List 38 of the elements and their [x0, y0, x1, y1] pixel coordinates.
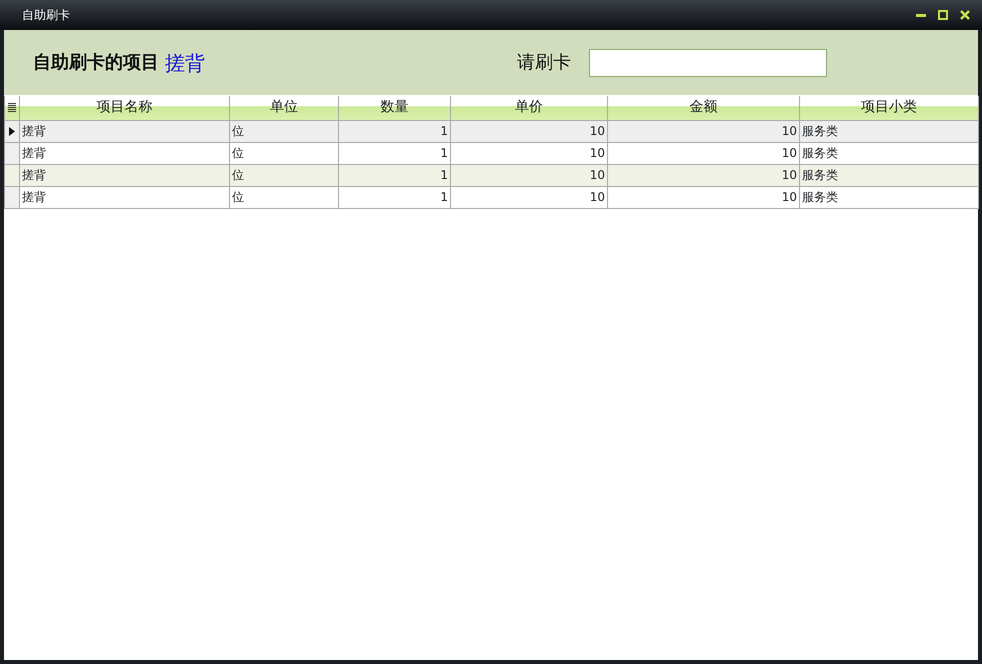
column-header[interactable]: 项目名称 — [20, 96, 230, 120]
table-cell: 10 — [590, 146, 605, 160]
table-cell: 1 — [440, 146, 448, 160]
table-cell: 位 — [232, 190, 244, 204]
table-cell: 1 — [440, 190, 448, 204]
card-input-field[interactable] — [589, 48, 827, 76]
table-cell: 10 — [590, 124, 605, 138]
table-cell: 服务类 — [802, 124, 838, 138]
table-cell: 位 — [232, 124, 244, 138]
column-header[interactable]: 数量 — [338, 96, 450, 120]
table-cell: 服务类 — [802, 146, 838, 160]
table-cell: 搓背 — [22, 124, 46, 138]
table-cell: 10 — [782, 190, 797, 204]
column-header[interactable]: 单价 — [450, 96, 608, 120]
table-cell: 位 — [232, 146, 244, 160]
table-cell: 10 — [782, 146, 797, 160]
table-cell: 搓背 — [22, 146, 46, 160]
column-header[interactable]: 金额 — [608, 96, 800, 120]
table-cell: 位 — [232, 168, 244, 182]
table-cell: 10 — [782, 124, 797, 138]
column-header[interactable]: 项目小类 — [800, 96, 978, 120]
card-label: 请刷卡 — [517, 51, 571, 75]
column-header[interactable]: 单位 — [230, 96, 338, 120]
table-cell: 10 — [590, 168, 605, 182]
table-cell: 10 — [782, 168, 797, 182]
close-icon — [960, 10, 970, 20]
row-menu-icon[interactable] — [7, 102, 17, 112]
table-cell: 搓背 — [22, 190, 46, 204]
table-cell: 10 — [590, 190, 605, 204]
heading: 自助刷卡的项目 — [33, 51, 159, 75]
table-cell: 1 — [440, 124, 448, 138]
maximize-icon — [938, 10, 948, 20]
item-name: 搓背 — [165, 50, 205, 76]
table-cell: 服务类 — [802, 168, 838, 182]
table-cell: 服务类 — [802, 190, 838, 204]
table-cell: 搓背 — [22, 168, 46, 182]
table-cell: 1 — [440, 168, 448, 182]
window-title: 自助刷卡 — [22, 7, 71, 24]
